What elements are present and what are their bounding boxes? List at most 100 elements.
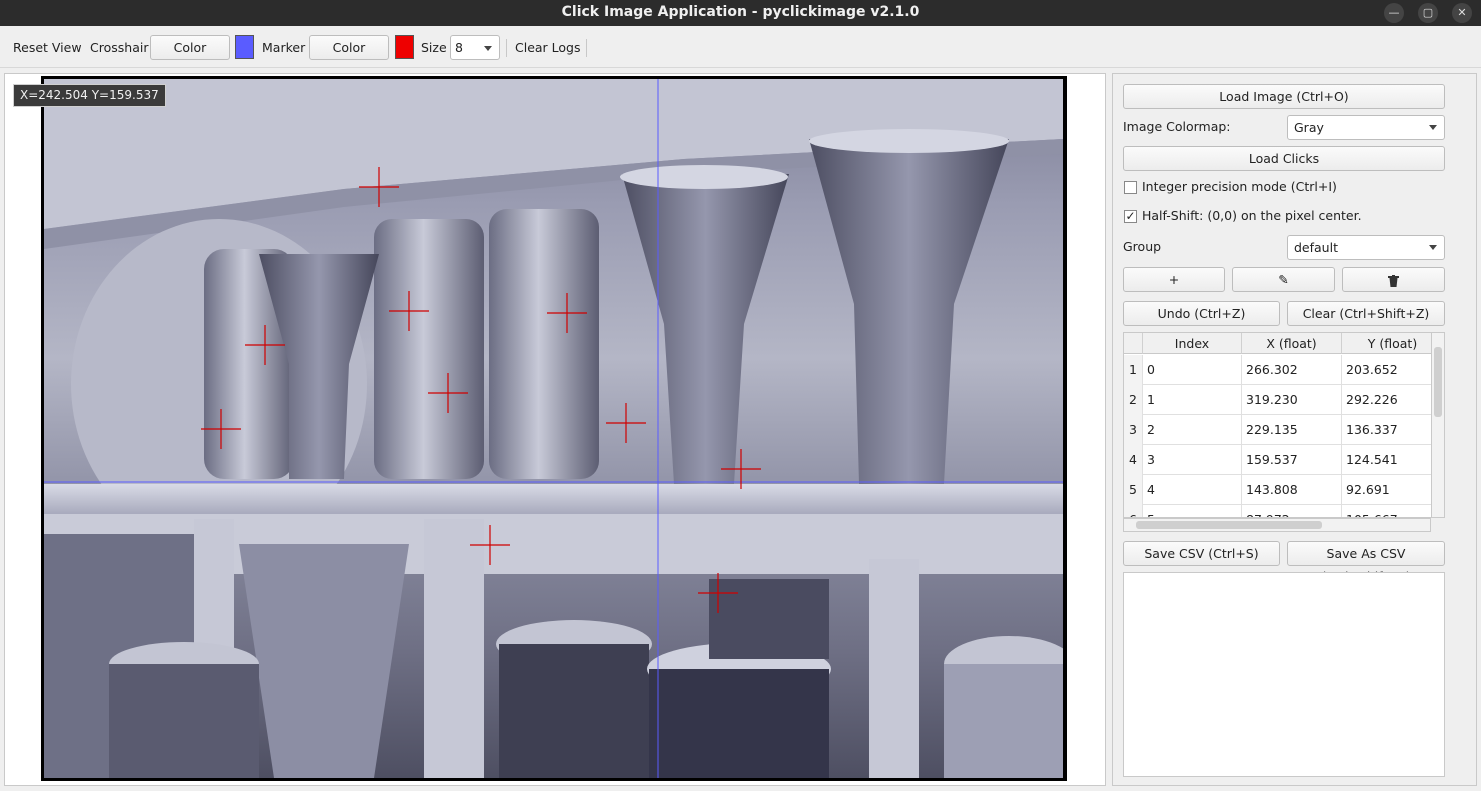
table-row[interactable]: 5 4 143.808 92.691 <box>1124 475 1442 505</box>
cell-index[interactable]: 2 <box>1143 415 1242 445</box>
crosshair-color-swatch[interactable] <box>235 35 254 59</box>
crosshair-color-button[interactable]: Color <box>150 35 230 60</box>
table-row[interactable]: 1 0 266.302 203.652 <box>1124 355 1442 385</box>
close-icon[interactable]: ✕ <box>1452 3 1472 23</box>
conga-drum <box>489 209 599 479</box>
chevron-down-icon <box>1429 125 1437 130</box>
cell-y[interactable]: 92.691 <box>1342 475 1442 505</box>
integer-precision-label: Integer precision mode (Ctrl+I) <box>1142 179 1337 194</box>
cell-x[interactable]: 143.808 <box>1242 475 1342 505</box>
crosshair-label: Crosshair <box>90 40 149 55</box>
colormap-select[interactable]: Gray <box>1287 115 1445 140</box>
row-number: 5 <box>1124 475 1143 505</box>
row-header-corner <box>1124 333 1143 354</box>
djembe-drum <box>622 174 789 484</box>
integer-precision-checkbox[interactable] <box>1124 181 1137 194</box>
toolbar: Reset View Crosshair Color Marker Color … <box>0 26 1481 68</box>
title-bar: Click Image Application - pyclickimage v… <box>0 0 1481 26</box>
table-header: Index X (float) Y (float) <box>1124 333 1442 354</box>
load-clicks-button[interactable]: Load Clicks <box>1123 146 1445 171</box>
group-label: Group <box>1123 239 1162 254</box>
scrollbar-thumb[interactable] <box>1434 347 1442 417</box>
reset-view-button[interactable]: Reset View <box>13 35 82 60</box>
toolbar-divider <box>506 39 507 57</box>
djembe-drum <box>809 139 1009 484</box>
cell-x[interactable]: 266.302 <box>1242 355 1342 385</box>
row-number: 6 <box>1124 505 1143 517</box>
table-horizontal-scrollbar[interactable] <box>1123 518 1431 532</box>
cell-y[interactable]: 203.652 <box>1342 355 1442 385</box>
trash-icon <box>1388 274 1399 287</box>
save-as-csv-button[interactable]: Save As CSV (Ctrl+Shift+S) <box>1287 541 1445 584</box>
coordinate-readout: X=242.504 Y=159.537 <box>13 84 166 107</box>
conga-drum <box>374 219 484 479</box>
marker-color-swatch[interactable] <box>395 35 414 59</box>
rename-group-button[interactable]: ✎ <box>1232 267 1335 292</box>
cell-index[interactable]: 4 <box>1143 475 1242 505</box>
cell-y[interactable]: 124.541 <box>1342 445 1442 475</box>
drum-head <box>809 129 1009 153</box>
lower-drum <box>709 579 829 659</box>
cell-index[interactable]: 5 <box>1143 505 1242 517</box>
minimize-icon[interactable]: — <box>1384 3 1404 23</box>
delete-group-button[interactable] <box>1342 267 1445 292</box>
image-canvas[interactable] <box>44 79 1063 778</box>
row-number: 2 <box>1124 385 1143 415</box>
half-shift-label: Half-Shift: (0,0) on the pixel center. <box>1142 208 1362 223</box>
cell-x[interactable]: 87.972 <box>1242 505 1342 517</box>
half-shift-checkbox[interactable]: ✓ <box>1124 210 1137 223</box>
marker-color-button[interactable]: Color <box>309 35 389 60</box>
shelf-post <box>424 519 484 778</box>
clear-logs-button[interactable]: Clear Logs <box>515 35 581 60</box>
table-row[interactable]: 2 1 319.230 292.226 <box>1124 385 1442 415</box>
row-number: 4 <box>1124 445 1143 475</box>
window-title: Click Image Application - pyclickimage v… <box>561 4 920 20</box>
cell-x[interactable]: 319.230 <box>1242 385 1342 415</box>
toolbar-divider <box>586 39 587 57</box>
lower-drum <box>649 669 829 778</box>
undo-button[interactable]: Undo (Ctrl+Z) <box>1123 301 1280 326</box>
marker-label: Marker <box>262 40 306 55</box>
cell-index[interactable]: 3 <box>1143 445 1242 475</box>
image-viewport[interactable]: X=242.504 Y=159.537 <box>4 73 1106 786</box>
add-group-button[interactable]: + <box>1123 267 1225 292</box>
load-image-button[interactable]: Load Image (Ctrl+O) <box>1123 84 1445 109</box>
scrollbar-thumb[interactable] <box>1136 521 1322 529</box>
lower-drum <box>944 664 1063 778</box>
row-number: 3 <box>1124 415 1143 445</box>
cell-index[interactable]: 0 <box>1143 355 1242 385</box>
colormap-value: Gray <box>1294 120 1324 135</box>
table-row[interactable]: 3 2 229.135 136.337 <box>1124 415 1442 445</box>
cell-y[interactable]: 292.226 <box>1342 385 1442 415</box>
size-label: Size <box>421 40 447 55</box>
cell-x[interactable]: 229.135 <box>1242 415 1342 445</box>
shelf-post <box>869 559 919 778</box>
click-marker[interactable] <box>606 403 646 443</box>
clear-button[interactable]: Clear (Ctrl+Shift+Z) <box>1287 301 1445 326</box>
row-number: 1 <box>1124 355 1143 385</box>
size-value: 8 <box>455 40 463 55</box>
column-header-x[interactable]: X (float) <box>1242 333 1342 354</box>
image-frame <box>41 76 1067 781</box>
clicks-table: Index X (float) Y (float) 1 0 266.302 203.6… <box>1123 332 1443 518</box>
table-vertical-scrollbar[interactable] <box>1431 332 1445 518</box>
log-output[interactable] <box>1123 572 1445 777</box>
column-header-index[interactable]: Index <box>1143 333 1242 354</box>
save-csv-button[interactable]: Save CSV (Ctrl+S) <box>1123 541 1280 566</box>
shelf-board <box>44 484 1063 514</box>
maximize-icon[interactable]: ▢ <box>1418 3 1438 23</box>
size-select[interactable]: 8 <box>450 35 500 60</box>
column-header-y[interactable]: Y (float) <box>1342 333 1442 354</box>
cell-x[interactable]: 159.537 <box>1242 445 1342 475</box>
table-row[interactable]: 4 3 159.537 124.541 <box>1124 445 1442 475</box>
cell-y[interactable]: 105.667 <box>1342 505 1442 517</box>
group-value: default <box>1294 240 1338 255</box>
chevron-down-icon <box>1429 245 1437 250</box>
lower-djembe <box>239 544 409 778</box>
lower-drum <box>109 664 259 778</box>
group-select[interactable]: default <box>1287 235 1445 260</box>
cell-index[interactable]: 1 <box>1143 385 1242 415</box>
control-panel: Load Image (Ctrl+O) Image Colormap: Gray… <box>1112 73 1477 786</box>
cell-y[interactable]: 136.337 <box>1342 415 1442 445</box>
table-row[interactable]: 6587.972105.667 <box>1124 505 1442 517</box>
